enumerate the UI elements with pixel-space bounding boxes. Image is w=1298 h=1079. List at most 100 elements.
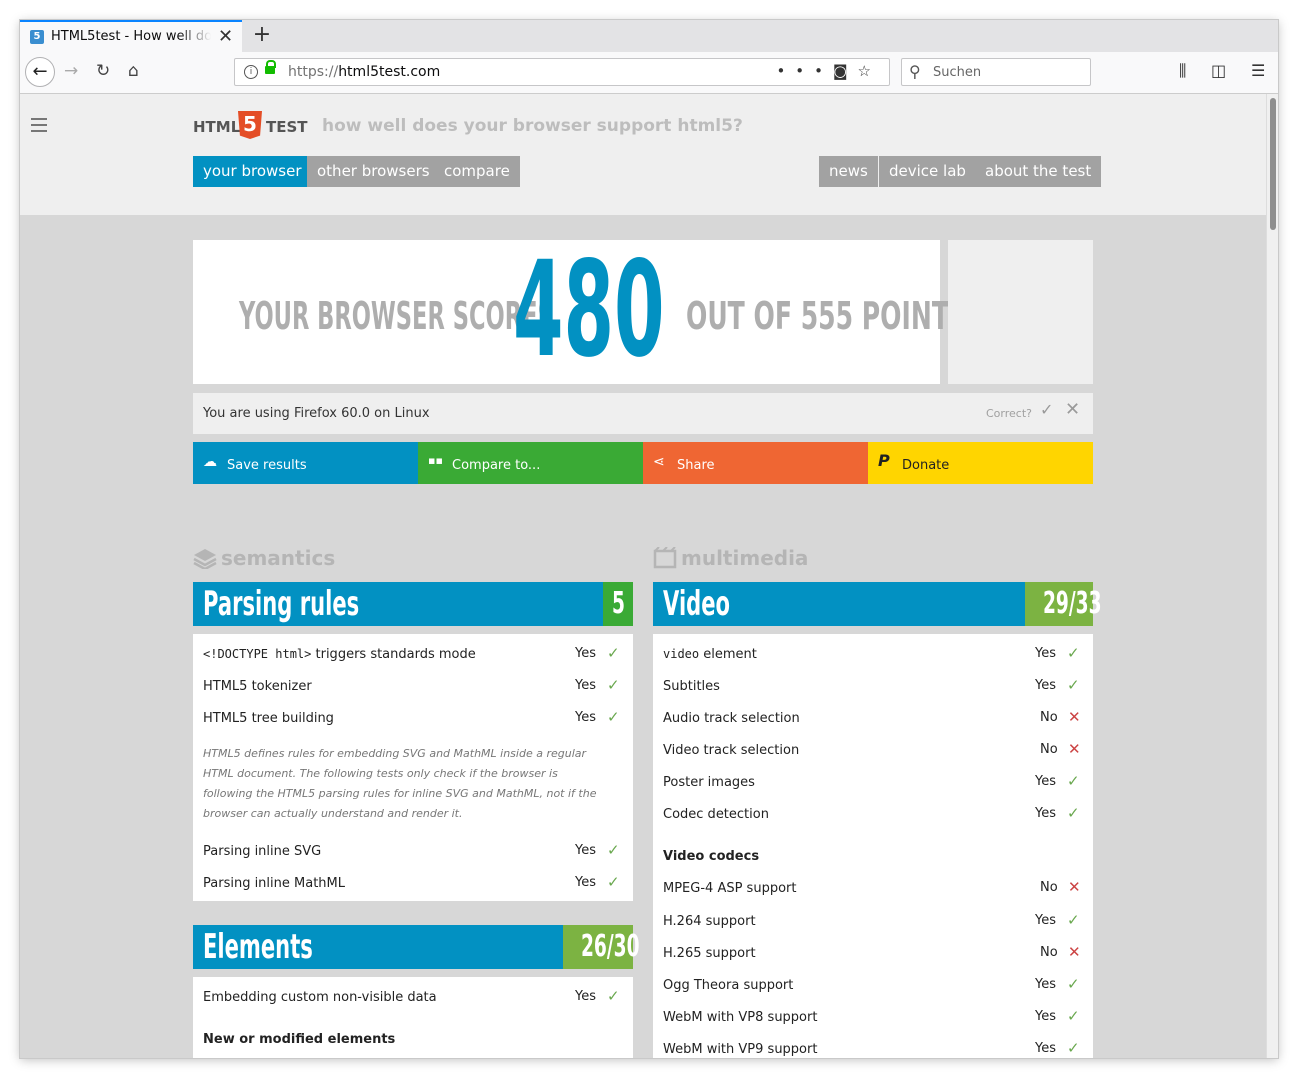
save-results-button[interactable]: ☁ Save results — [193, 442, 418, 484]
test-video-element: video element — [663, 647, 757, 662]
test-video-track-selection: Video track selection — [663, 743, 800, 758]
check-icon: ✓ — [1067, 644, 1080, 662]
menu-about-the-test[interactable]: about the test — [975, 156, 1102, 187]
correct-question: Correct? — [986, 407, 1032, 420]
elements-panel: Embedding custom non-visible data Yes ✓ … — [193, 977, 633, 1058]
app-menu-icon[interactable]: ☰ — [1251, 61, 1265, 80]
html5-favicon-icon: 5 — [30, 30, 44, 44]
new-tab-button[interactable]: + — [250, 22, 274, 47]
cross-icon: ✕ — [1068, 708, 1081, 726]
test-embedding-custom-data: Embedding custom non-visible data — [203, 990, 437, 1005]
pocket-icon[interactable]: ◙ — [833, 62, 858, 80]
parsing-rules-header[interactable]: Parsing rules 5 — [193, 582, 633, 626]
check-icon: ✓ — [607, 644, 620, 662]
check-icon: ✓ — [1067, 676, 1080, 694]
close-tab-icon[interactable]: ✕ — [218, 26, 233, 47]
category-multimedia-label: multimedia — [681, 546, 809, 570]
result-ogg-theora: Yes — [1035, 977, 1056, 992]
sidebar-icon[interactable]: ◫ — [1211, 61, 1226, 80]
navigation-toolbar: ← → ↻ ⌂ i https://html5test.com •••◙☆ ⚲ … — [20, 52, 1278, 94]
check-icon: ✓ — [607, 841, 620, 859]
vertical-scrollbar[interactable] — [1266, 94, 1278, 1058]
result-mpeg4-asp: No — [1040, 880, 1058, 895]
score-value: 480 — [513, 233, 665, 387]
forward-button[interactable]: → — [64, 61, 78, 81]
score-side-panel — [948, 240, 1093, 384]
result-parsing-inline-svg: Yes — [575, 843, 596, 858]
browser-detection-bar: You are using Firefox 60.0 on Linux Corr… — [193, 393, 1093, 434]
share-icon: ⋖ — [653, 454, 665, 470]
check-icon: ✓ — [1067, 1039, 1080, 1057]
test-poster-images: Poster images — [663, 775, 755, 790]
parsing-rules-score: 5 — [603, 582, 633, 626]
confirm-check-icon[interactable]: ✓ — [1040, 400, 1053, 419]
site-info-icon[interactable]: i — [244, 65, 258, 79]
check-icon: ✓ — [607, 708, 620, 726]
test-h265: H.265 support — [663, 946, 756, 961]
hamburger-menu-icon[interactable] — [31, 118, 47, 136]
category-semantics: semantics — [193, 546, 335, 570]
menu-your-browser[interactable]: your browser — [193, 156, 312, 187]
result-poster-images: Yes — [1035, 774, 1056, 789]
result-parsing-inline-mathml: Yes — [575, 875, 596, 890]
library-icon[interactable]: ⫼ — [1179, 61, 1186, 81]
scrollbar-thumb[interactable] — [1270, 98, 1276, 230]
result-webm-vp8: Yes — [1035, 1009, 1056, 1024]
result-embedding-custom-data: Yes — [575, 989, 596, 1004]
check-icon: ✓ — [607, 987, 620, 1005]
compare-to-button[interactable]: ▪▪ Compare to... — [418, 442, 643, 484]
test-ogg-theora: Ogg Theora support — [663, 978, 794, 993]
score-suffix: OUT OF 555 POINTS — [686, 294, 967, 338]
menu-news[interactable]: news — [819, 156, 878, 187]
home-button[interactable]: ⌂ — [128, 61, 139, 81]
test-webm-vp8: WebM with VP8 support — [663, 1010, 818, 1025]
save-results-label: Save results — [227, 458, 307, 473]
test-mpeg4-asp: MPEG-4 ASP support — [663, 881, 797, 896]
parsing-rules-panel: <!DOCTYPE html> triggers standards mode … — [193, 634, 633, 901]
category-semantics-label: semantics — [221, 546, 336, 570]
result-codec-detection: Yes — [1035, 806, 1056, 821]
category-multimedia: multimedia — [653, 546, 808, 570]
new-modified-elements-heading: New or modified elements — [203, 1032, 396, 1047]
logo-test-text: TEST — [266, 118, 308, 136]
grid-icon: ▪▪ — [428, 454, 443, 467]
cross-icon: ✕ — [1068, 943, 1081, 961]
reload-button[interactable]: ↻ — [96, 61, 110, 81]
test-subtitles: Subtitles — [663, 679, 720, 694]
check-icon: ✓ — [607, 676, 620, 694]
url-text[interactable]: https://html5test.com — [288, 64, 440, 80]
share-button[interactable]: ⋖ Share — [643, 442, 868, 484]
html5-shield-icon: 5 — [238, 111, 262, 139]
menu-device-lab[interactable]: device lab — [879, 156, 976, 187]
lock-icon[interactable] — [265, 60, 276, 74]
url-bar[interactable]: i https://html5test.com •••◙☆ — [234, 58, 890, 86]
elements-header[interactable]: Elements 26/30 — [193, 925, 640, 969]
browser-window: 5 HTML5test - How well do ✕ + ← → ↻ ⌂ i … — [20, 20, 1278, 1058]
menu-other-browsers[interactable]: other browsers — [307, 156, 440, 187]
bookmark-star-icon[interactable]: ☆ — [858, 62, 881, 80]
video-title: Video — [663, 584, 731, 624]
elements-score: 26/30 — [563, 925, 640, 969]
page-actions-menu-icon[interactable]: ••• — [776, 62, 833, 80]
search-icon: ⚲ — [909, 62, 921, 81]
donate-button[interactable]: P Donate — [868, 442, 1093, 484]
page-actions[interactable]: •••◙☆ — [776, 62, 881, 80]
layers-icon — [193, 549, 217, 569]
result-h265: No — [1040, 945, 1058, 960]
video-panel: video element Yes ✓ Subtitles Yes ✓ Audi… — [653, 634, 1093, 1058]
back-button[interactable]: ← — [25, 57, 55, 87]
tab-strip: 5 HTML5test - How well do ✕ + — [20, 20, 1278, 52]
menu-compare[interactable]: compare — [434, 156, 520, 187]
score-prefix: YOUR BROWSER SCORES — [239, 294, 554, 338]
search-box[interactable]: ⚲ Suchen — [901, 58, 1091, 86]
video-header[interactable]: Video 29/33 — [653, 582, 1102, 626]
tab-html5test[interactable]: 5 HTML5test - How well do ✕ — [20, 20, 242, 52]
test-audio-track-selection: Audio track selection — [663, 711, 800, 726]
cross-icon: ✕ — [1068, 740, 1081, 758]
video-codecs-heading: Video codecs — [663, 849, 760, 864]
result-webm-vp9: Yes — [1035, 1041, 1056, 1056]
elements-title: Elements — [203, 927, 313, 967]
check-icon: ✓ — [1067, 804, 1080, 822]
reject-x-icon[interactable]: ✕ — [1065, 399, 1080, 420]
result-doctype: Yes — [575, 646, 596, 661]
